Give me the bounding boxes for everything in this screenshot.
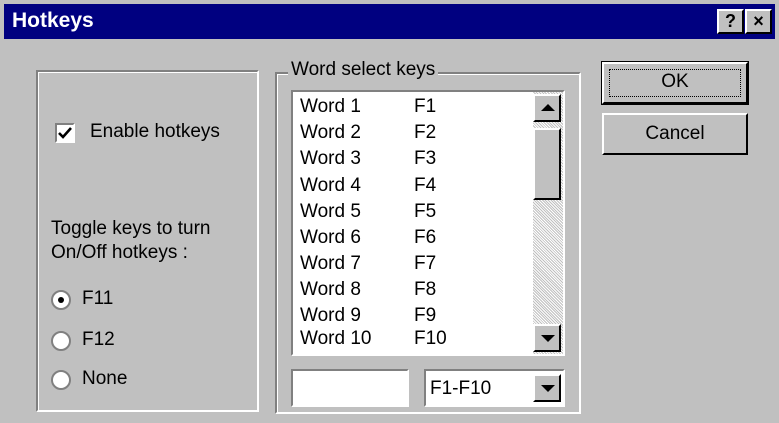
list-item[interactable]: Word 4 F4 [297,175,527,201]
word-select-legend: Word select keys [288,59,439,81]
help-button[interactable]: ? [717,9,744,34]
list-item[interactable]: Word 5 F5 [297,201,527,227]
ok-button[interactable]: OK [601,61,749,105]
title-bar[interactable]: Hotkeys ? × [4,4,775,39]
arrow-down-icon [541,335,555,342]
dropdown-button[interactable] [533,374,561,402]
hotkeys-dialog: Hotkeys ? × Enable hotkeys Toggle keys t… [0,0,779,423]
cancel-button[interactable]: Cancel [602,113,748,155]
window-title: Hotkeys [12,9,94,32]
radio-none-label: None [82,368,128,389]
radio-f12[interactable] [51,331,71,351]
toggle-keys-label-line2: On/Off hotkeys : [51,242,188,263]
toggle-keys-label-line1: Toggle keys to turn [51,218,211,239]
list-item[interactable]: Word 2 F2 [297,122,527,148]
word-key-list[interactable]: Word 1 F1 Word 2 F2 Word 3 F3 Word 4 F4 Word… [291,90,565,356]
list-item[interactable]: Word 7 F7 [297,253,527,279]
list-item[interactable]: Word 6 F6 [297,227,527,253]
scroll-thumb[interactable] [533,128,561,200]
list-item[interactable]: Word 8 F8 [297,279,527,305]
radio-f12-label: F12 [82,329,115,350]
close-icon: × [753,11,764,31]
word-input[interactable] [291,369,409,407]
enable-hotkeys-label: Enable hotkeys [90,121,220,142]
scroll-up-button[interactable] [533,94,561,122]
radio-f11-label: F11 [82,288,114,309]
checkmark-icon [58,127,72,139]
radio-selected-dot [58,297,64,303]
radio-none[interactable] [51,370,71,390]
enable-hotkeys-checkbox[interactable] [55,123,75,143]
list-item[interactable]: Word 10 F10 [297,328,527,354]
key-range-value: F1-F10 [430,378,492,399]
arrow-up-icon [541,104,555,111]
help-icon: ? [725,11,736,31]
key-range-select[interactable]: F1-F10 [424,369,565,407]
list-item[interactable]: Word 1 F1 [297,96,527,122]
radio-f11[interactable] [51,290,71,310]
list-item[interactable]: Word 3 F3 [297,148,527,174]
close-button[interactable]: × [745,9,772,34]
scroll-down-button[interactable] [533,324,561,352]
chevron-down-icon [541,385,555,392]
